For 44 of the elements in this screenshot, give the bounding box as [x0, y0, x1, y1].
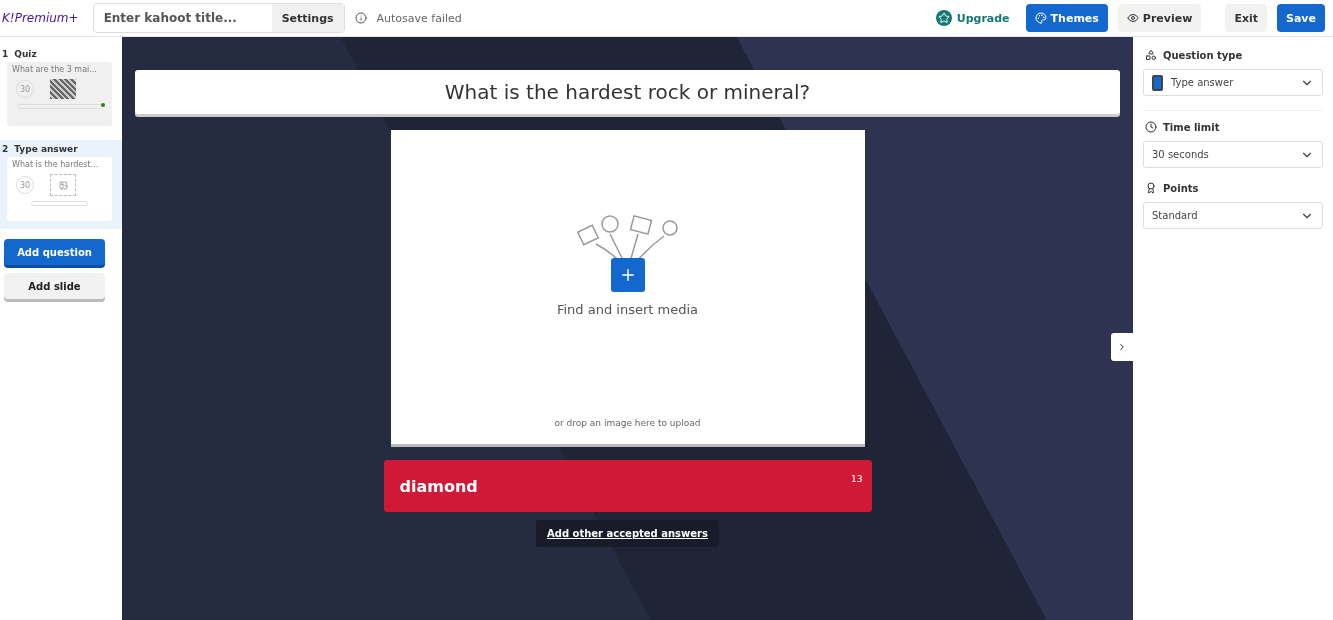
toolbar-button[interactable]: Exit [1225, 4, 1267, 32]
slide-type: Quiz [14, 49, 37, 59]
thumbnail-image [50, 79, 76, 99]
thumbnail-text: What are the 3 mai... [12, 65, 98, 74]
setting-label: Time limit [1163, 121, 1220, 133]
autosave-status: Autosave failed [376, 11, 462, 25]
slide-number: 2 [2, 144, 9, 154]
brand-logo[interactable]: K!Premium+ [2, 11, 79, 25]
status-dot [101, 103, 106, 107]
slide-item[interactable]: 1 Quiz What are the 3 mai... 30 [0, 45, 122, 134]
toolbar-button[interactable]: Themes [1025, 4, 1108, 32]
award-icon [1145, 182, 1157, 194]
info-icon [354, 12, 367, 24]
palette-icon [1034, 12, 1047, 24]
thumbnail-text: What is the hardest... [12, 160, 100, 169]
toolbar-button[interactable]: Preview [1117, 4, 1202, 32]
add-answers-link[interactable]: Add other accepted answers [536, 520, 719, 547]
clock-icon [1145, 121, 1157, 133]
sidebar-button[interactable]: Add slide [4, 273, 105, 299]
answer-bar [31, 201, 88, 206]
character-count: 13 [851, 474, 863, 484]
setting-dropdown[interactable]: Type answer [1143, 69, 1323, 96]
media-label: Find and insert media [556, 302, 698, 317]
setting-label: Question type [1163, 49, 1243, 61]
setting-label: Points [1163, 182, 1199, 194]
add-media-button[interactable] [610, 258, 645, 292]
setting-dropdown[interactable]: Standard [1143, 202, 1323, 229]
settings-button[interactable]: Settings [271, 4, 344, 32]
slide-item[interactable]: 2 Type answer What is the hardest... 30 [0, 140, 122, 229]
setting-dropdown[interactable]: 30 seconds [1143, 141, 1323, 168]
slide-type: Type answer [14, 144, 78, 154]
upgrade-button[interactable]: Upgrade [929, 9, 1016, 27]
slide-number: 1 [2, 49, 9, 59]
shapes-icon [1145, 49, 1157, 61]
toolbar-button[interactable]: Save [1277, 4, 1325, 32]
type-answer-icon [1152, 74, 1163, 91]
upload-hint: or drop an image here to upload [554, 418, 701, 428]
title-field[interactable]: Enter kahoot title... Settings [92, 3, 345, 33]
eye-icon [1126, 12, 1139, 24]
question-field[interactable]: What is the hardest rock or mineral? [135, 70, 1120, 114]
star-icon [935, 10, 952, 26]
sidebar-button[interactable]: Add question [4, 239, 105, 265]
media-dropzone[interactable]: Find and insert media or drop an image here to upload [390, 130, 865, 444]
image-placeholder-icon [50, 174, 76, 196]
